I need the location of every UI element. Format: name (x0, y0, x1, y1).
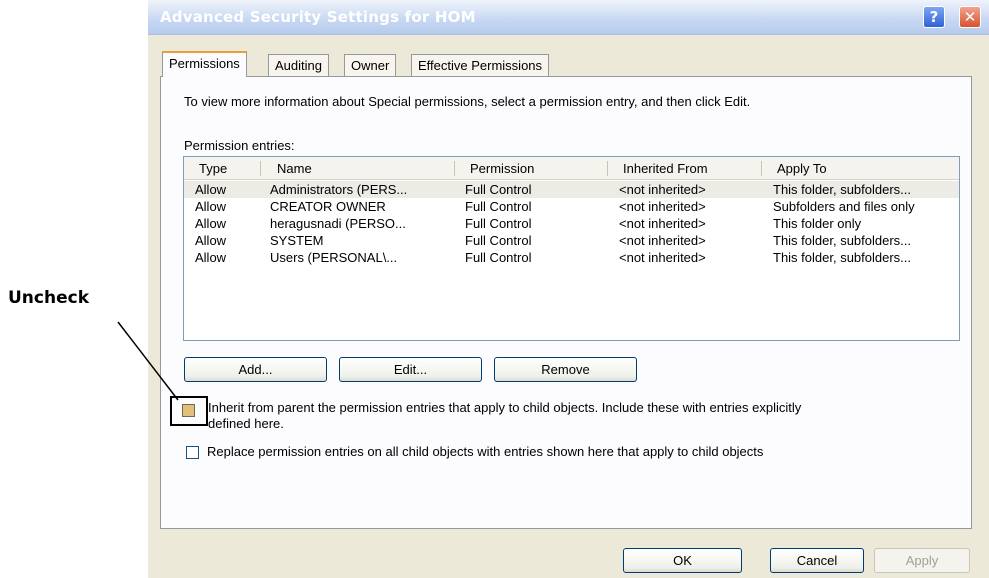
tab-permissions[interactable]: Permissions (162, 51, 247, 77)
annotation-pointer-line (117, 321, 179, 401)
